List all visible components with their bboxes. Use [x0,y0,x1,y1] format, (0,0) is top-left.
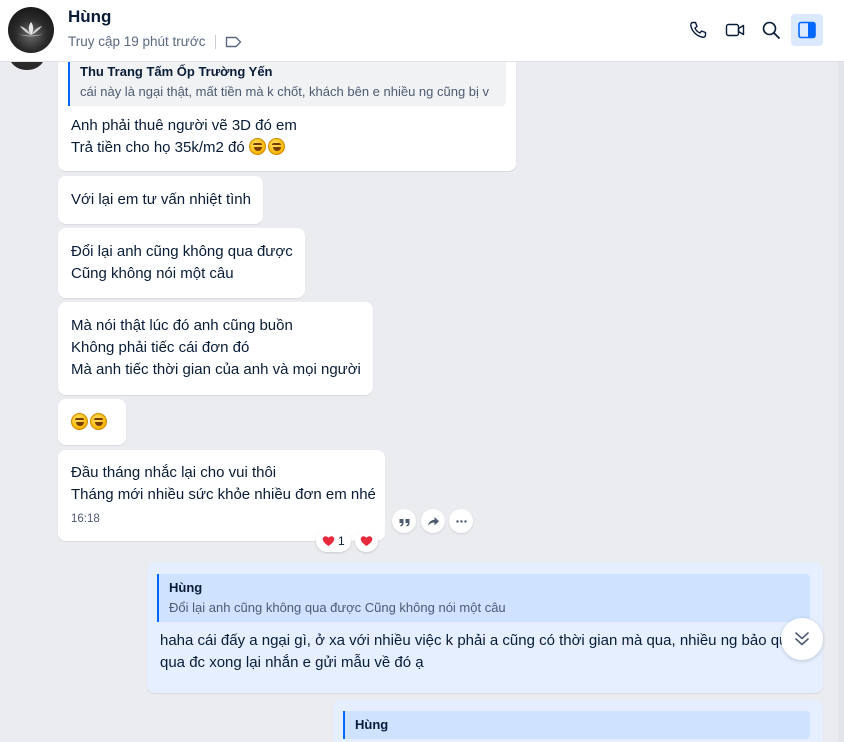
quoted-sender-name: Hùng [355,717,389,732]
search-button[interactable] [755,14,787,46]
quoted-message[interactable]: Thu Trang Tấm Ốp Trường Yến cái này là n… [68,62,506,106]
phone-icon [690,21,707,38]
more-icon [455,519,467,523]
heart-reaction-icon [322,536,335,546]
message-bubble[interactable]: Mà nói thật lúc đó anh cũng buồn Không p… [58,302,373,395]
chat-header: Hùng Truy cập 19 phút trước [0,0,844,62]
laughing-emoji-icon [71,413,88,430]
contact-name[interactable]: Hùng [68,7,111,27]
double-chevron-down-icon [795,632,809,646]
video-call-icon [725,23,745,37]
more-options-button[interactable] [449,509,473,533]
search-icon [762,21,780,39]
tag-icon[interactable] [225,36,242,48]
message-text: Với lại em tư vấn nhiệt tình [71,191,251,208]
message-text: Tháng mới nhiều sức khỏe nhiều đơn em nh… [71,486,376,503]
quoted-message[interactable]: Hùng Đổi lại anh cũng không qua được Cũn… [157,574,810,622]
video-call-button[interactable] [719,14,751,46]
message-text: Trả tiền cho họ 35k/m2 đó [71,139,245,156]
reaction-summary[interactable]: 1 [316,530,351,552]
outgoing-message-bubble[interactable]: Hùng [333,700,823,742]
message-bubble[interactable]: Đổi lại anh cũng không qua được Cũng khô… [58,228,305,298]
forward-button[interactable] [421,509,445,533]
status-divider [215,34,217,49]
quote-icon [399,518,409,526]
message-list[interactable]: Thu Trang Tấm Ốp Trường Yến cái này là n… [0,62,838,742]
message-text: qua đc xong lại nhắn e gửi mẫu về đó ạ [160,654,424,671]
outgoing-message-bubble[interactable]: Hùng Đổi lại anh cũng không qua được Cũn… [147,562,823,693]
message-text: Anh phải thuê người vẽ 3D đó em [71,117,297,134]
quoted-message[interactable]: Hùng [343,711,810,739]
message-bubble[interactable]: Thu Trang Tấm Ốp Trường Yến cái này là n… [58,62,516,171]
phone-call-button[interactable] [682,14,714,46]
lotus-avatar-image [19,22,43,37]
scrollbar-track[interactable] [838,62,844,742]
emoji-row [58,412,126,434]
quoted-sender-name: Thu Trang Tấm Ốp Trường Yến [80,64,273,79]
sender-avatar[interactable] [8,62,46,70]
laughing-emoji-icon [248,138,266,155]
status-line: Truy cập 19 phút trước [68,34,242,49]
message-text: haha cái đấy a ngại gì, ở xa với nhiều v… [160,632,817,649]
message-text: Mà anh tiếc thời gian của anh và mọi ngư… [71,361,361,378]
quoted-text: Đổi lại anh cũng không qua được Cũng khô… [169,600,506,615]
last-seen-text: Truy cập 19 phút trước [68,34,206,49]
reply-quote-button[interactable] [392,509,416,533]
conversation-info-toggle[interactable] [791,14,823,46]
heart-icon [360,536,373,546]
message-text: Đầu tháng nhắc lại cho vui thôi [71,464,277,481]
add-reaction-button[interactable] [355,530,378,552]
message-text: Mà nói thật lúc đó anh cũng buồn [71,317,293,334]
reaction-count: 1 [338,534,345,548]
message-text: Cũng không nói một câu [71,265,234,282]
contact-avatar[interactable] [8,7,54,53]
message-bubble[interactable]: Đầu tháng nhắc lại cho vui thôi Tháng mớ… [58,450,385,541]
quoted-sender-name: Hùng [169,580,203,595]
message-timestamp: 16:18 [71,513,100,525]
message-text-line: Trả tiền cho họ 35k/m2 đó [58,137,516,159]
quoted-text: cái này là ngại thật, mất tiền mà k chốt… [80,84,490,99]
sidebar-toggle-icon [798,21,816,39]
laughing-emoji-icon [267,138,285,155]
emoji-message-bubble[interactable] [58,399,126,445]
forward-icon [427,516,439,526]
message-text: Đổi lại anh cũng không qua được [71,243,293,260]
scroll-to-bottom-button[interactable] [781,618,823,660]
message-text: Không phải tiếc cái đơn đó [71,339,250,356]
message-bubble[interactable]: Với lại em tư vấn nhiệt tình [58,176,263,224]
laughing-emoji-icon [90,413,107,430]
